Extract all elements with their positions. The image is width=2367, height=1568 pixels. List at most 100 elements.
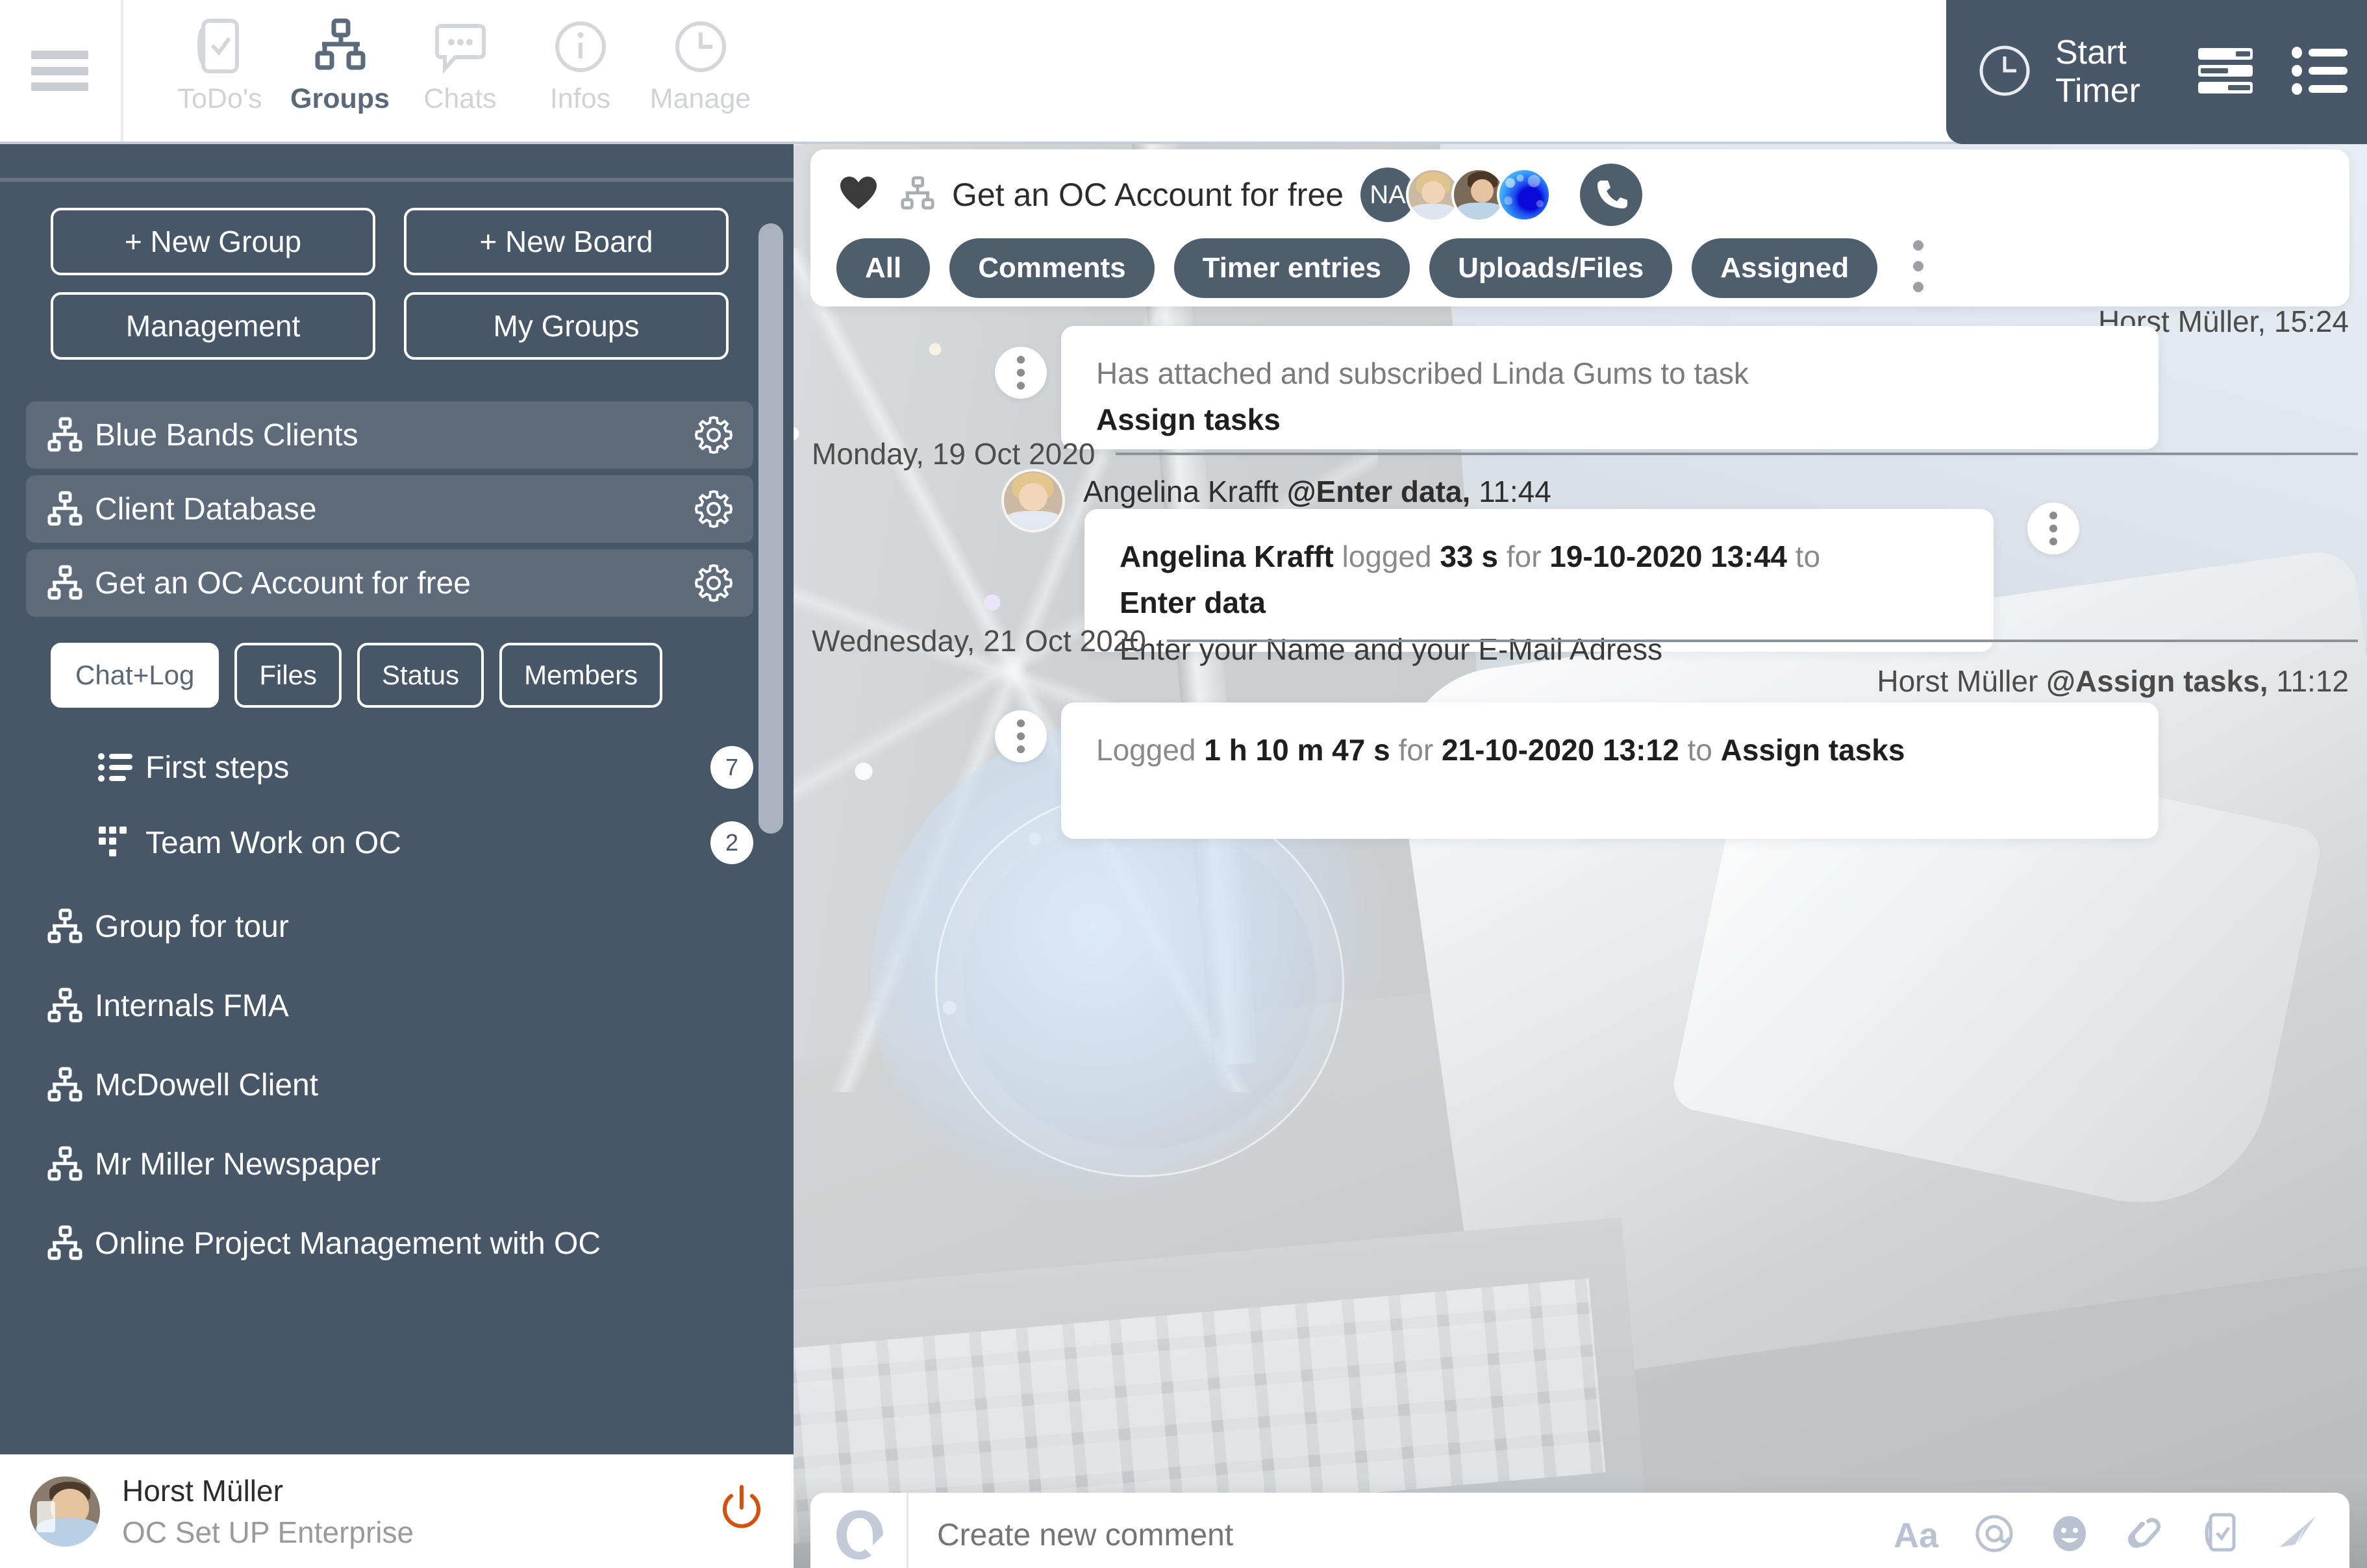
heart-icon[interactable]: [839, 175, 878, 215]
oc-logo-icon: [829, 1504, 891, 1566]
message-to-word: to: [1786, 540, 1821, 573]
nav-item-label: Groups: [290, 83, 390, 114]
sitemap-icon: [900, 175, 935, 214]
avatar-glass: [36, 1501, 55, 1532]
avatar-shirt: [1005, 511, 1062, 530]
day-separator: Wednesday, 21 Oct 2020: [812, 623, 2358, 658]
user-footer: Horst Müller OC Set UP Enterprise: [0, 1454, 794, 1568]
avatar[interactable]: [1497, 168, 1552, 222]
nav-item-todos[interactable]: ToDo's: [160, 14, 280, 115]
sidebar-group-online-project-management-with-oc[interactable]: Online Project Management with OC: [0, 1204, 794, 1283]
top-bar: ToDo's Groups Chats Infos Manage Start T…: [0, 0, 2367, 144]
avatar-face: [1421, 180, 1446, 204]
start-timer-label: Start Timer: [2055, 34, 2179, 110]
avatar-face: [1019, 483, 1047, 512]
message-task: Assign tasks: [1096, 402, 1281, 436]
start-timer-line1: Start: [2055, 34, 2127, 72]
message-bubble: Logged 1 h 10 m 47 s for 21-10-2020 13:1…: [1061, 703, 2159, 839]
page-title: Get an OC Account for free: [952, 177, 1344, 213]
kebab-menu-icon[interactable]: [995, 347, 1047, 399]
ordered-list-icon: [97, 752, 145, 783]
tab-members[interactable]: Members: [499, 643, 663, 708]
day-line: [1116, 453, 2358, 455]
comment-input[interactable]: [937, 1517, 1892, 1553]
nav-item-label: ToDo's: [177, 83, 262, 114]
filter-timer-entries[interactable]: Timer entries: [1173, 238, 1410, 298]
sidebar-group-internals-fma[interactable]: Internals FMA: [0, 966, 794, 1045]
hamburger-bar: [31, 66, 88, 75]
sidebar-scrollbar-thumb[interactable]: [758, 223, 783, 834]
gear-icon[interactable]: [688, 415, 734, 455]
sidebar-group-get-an-oc-account-for-free[interactable]: Get an OC Account for free: [26, 549, 753, 617]
sidebar-group-mr-miller-newspaper[interactable]: Mr Miller Newspaper: [0, 1125, 794, 1204]
chat-log-stream: Horst Müller, 15:24 Has attached and sub…: [794, 305, 2367, 1415]
group-header-card: Get an OC Account for free NA All Commen…: [810, 149, 2349, 306]
message-author: Horst Müller: [1877, 664, 2047, 698]
user-info: Horst Müller OC Set UP Enterprise: [122, 1473, 716, 1550]
sidebar-group-blue-bands-clients[interactable]: Blue Bands Clients: [26, 401, 753, 469]
day-separator: Monday, 19 Oct 2020: [812, 436, 2358, 471]
filter-assigned[interactable]: Assigned: [1692, 238, 1878, 298]
list-view-icon[interactable]: [2196, 45, 2255, 99]
mention-at-icon[interactable]: [1974, 1513, 2014, 1557]
group-detail-tabs: Chat+Log Files Status Members: [0, 623, 794, 708]
new-group-button[interactable]: + New Group: [51, 208, 375, 275]
emoji-icon[interactable]: [2049, 1513, 2090, 1557]
new-board-button[interactable]: + New Board: [404, 208, 729, 275]
message-task: Enter data: [1120, 585, 1266, 619]
tab-chat-log[interactable]: Chat+Log: [51, 643, 219, 708]
comment-composer: Aa: [810, 1493, 2349, 1568]
avatar[interactable]: [30, 1476, 100, 1547]
power-off-icon[interactable]: [716, 1484, 768, 1539]
nav-item-infos[interactable]: Infos: [520, 14, 640, 115]
gear-icon[interactable]: [688, 489, 734, 529]
sidebar-sub-item-badge: 7: [710, 746, 753, 789]
my-groups-button[interactable]: My Groups: [404, 292, 729, 360]
start-timer-line2: Timer: [2055, 72, 2140, 110]
kebab-menu-icon[interactable]: [1911, 238, 1925, 298]
message-text: Has attached and subscribed Linda Gums t…: [1096, 356, 1749, 390]
filter-all[interactable]: All: [836, 238, 931, 298]
attach-link-icon[interactable]: [2125, 1513, 2165, 1557]
management-button[interactable]: Management: [51, 292, 375, 360]
chat-bubble-icon: [433, 14, 488, 77]
avatar[interactable]: [1001, 469, 1065, 532]
send-icon[interactable]: [2275, 1513, 2320, 1557]
nav-item-manage[interactable]: Manage: [640, 14, 760, 115]
kebab-menu-icon[interactable]: [995, 710, 1047, 762]
bullet-list-icon[interactable]: [2290, 45, 2350, 99]
day-line: [1166, 640, 2358, 642]
tab-status[interactable]: Status: [357, 643, 484, 708]
primary-nav: ToDo's Groups Chats Infos Manage: [160, 14, 760, 115]
day-label: Monday, 19 Oct 2020: [812, 437, 1096, 471]
kebab-menu-icon[interactable]: [2027, 503, 2079, 554]
sidebar-group-mcdowell-client[interactable]: McDowell Client: [0, 1045, 794, 1125]
sitemap-icon: [47, 908, 95, 945]
hamburger-bar: [31, 51, 88, 59]
nav-item-label: Manage: [649, 83, 751, 114]
phone-icon[interactable]: [1580, 164, 1643, 226]
sidebar-group-group-for-tour[interactable]: Group for tour: [0, 887, 794, 966]
group-header-row: Get an OC Account for free NA: [839, 164, 1643, 226]
filter-comments[interactable]: Comments: [949, 238, 1155, 298]
sidebar-group-label: Online Project Management with OC: [95, 1226, 601, 1261]
sidebar-sub-item-first-steps[interactable]: First steps 7: [0, 730, 794, 805]
filter-uploads-files[interactable]: Uploads/Files: [1429, 238, 1673, 298]
hamburger-menu-icon[interactable]: [31, 51, 88, 91]
nav-item-groups[interactable]: Groups: [280, 14, 400, 115]
message-time: 11:44: [1470, 475, 1551, 508]
gear-icon[interactable]: [688, 563, 734, 603]
nav-item-chats[interactable]: Chats: [400, 14, 520, 115]
sidebar-group-label: Internals FMA: [95, 988, 289, 1023]
sidebar-group-client-database[interactable]: Client Database: [26, 475, 753, 543]
sidebar-sub-item-team-work-on-oc[interactable]: Team Work on OC 2: [0, 805, 794, 880]
text-format-icon[interactable]: Aa: [1892, 1513, 1939, 1557]
main-content: Get an OC Account for free NA All Commen…: [794, 144, 2367, 1568]
task-checkbox-icon[interactable]: [2200, 1512, 2240, 1558]
sidebar-scrollbar[interactable]: [758, 183, 783, 1534]
message-meta: Horst Müller @Assign tasks, 11:12: [1877, 664, 2349, 699]
start-timer-button[interactable]: Start Timer: [1946, 0, 2367, 144]
filter-pills: All Comments Timer entries Uploads/Files…: [836, 238, 1925, 298]
tab-files[interactable]: Files: [234, 643, 342, 708]
nav-item-label: Chats: [423, 83, 497, 114]
